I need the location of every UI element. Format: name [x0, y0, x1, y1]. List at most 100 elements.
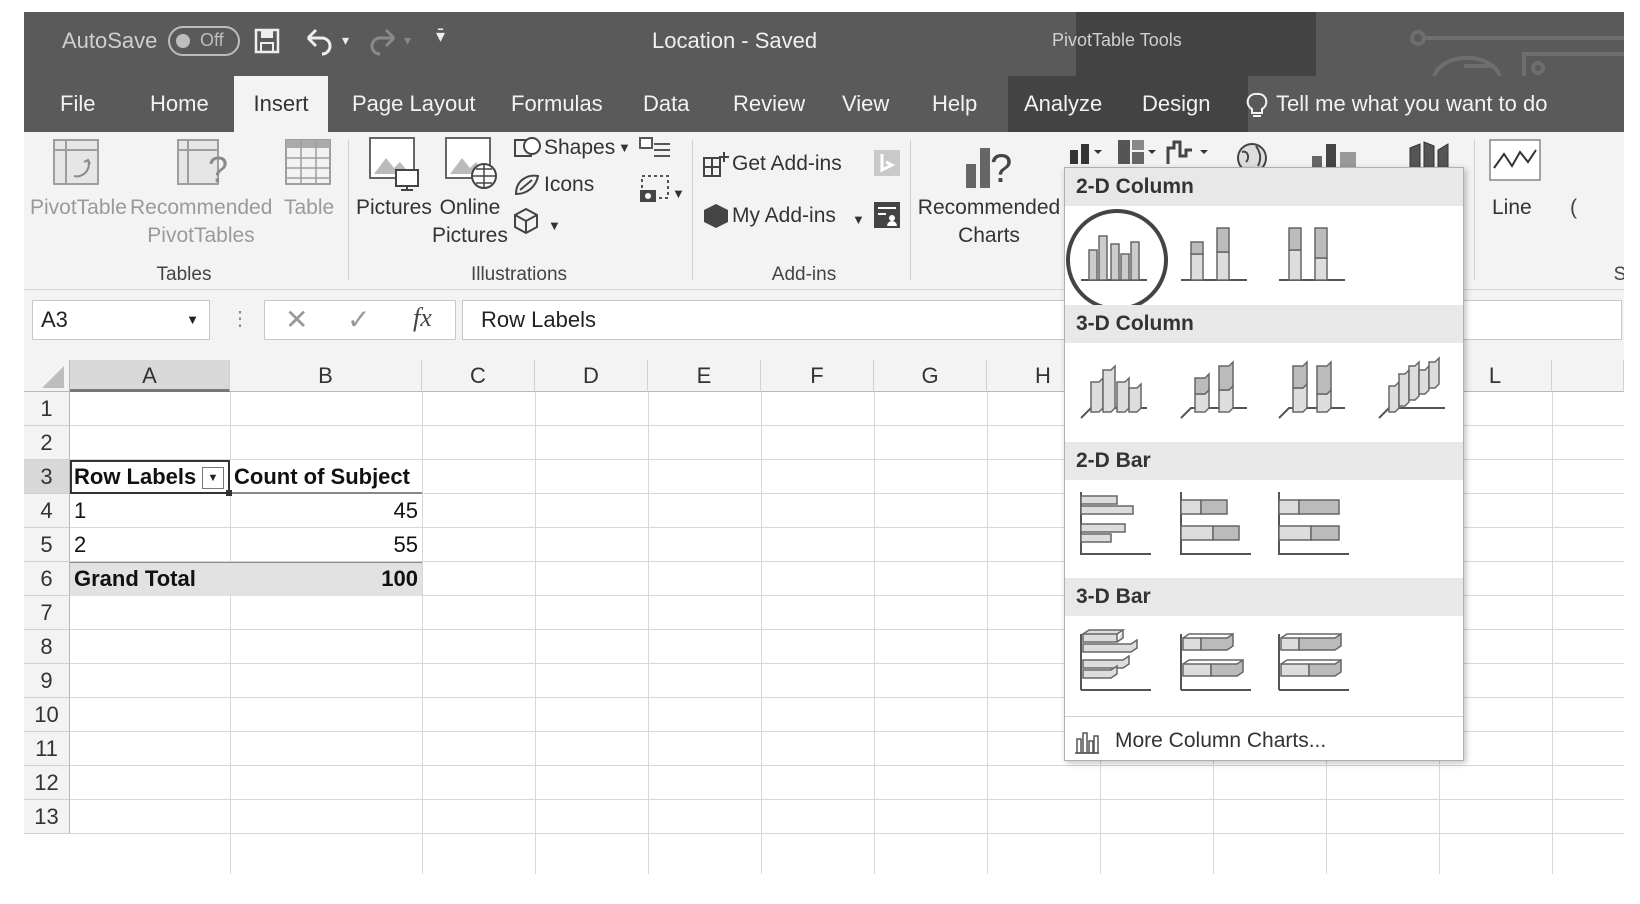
- row-header-3[interactable]: 3: [24, 460, 70, 494]
- tab-data[interactable]: Data: [631, 76, 701, 132]
- column-chart-icon[interactable]: [1068, 140, 1104, 166]
- shapes-icon: [514, 137, 541, 157]
- my-addins-button[interactable]: My Add-ins: [732, 202, 836, 230]
- 3d-clustered-bar-icon[interactable]: [1077, 624, 1151, 698]
- hierarchy-chart-icon[interactable]: [1116, 138, 1160, 168]
- tab-formulas[interactable]: Formulas: [499, 76, 615, 132]
- shapes-button[interactable]: Shapes: [544, 134, 615, 162]
- row-header-8[interactable]: 8: [24, 630, 70, 664]
- select-all-button[interactable]: [24, 360, 70, 392]
- 100-stacked-bar-icon[interactable]: [1275, 488, 1349, 562]
- row-header-13[interactable]: 13: [24, 800, 70, 834]
- stacked-column-icon[interactable]: [1177, 214, 1251, 288]
- undo-icon[interactable]: [302, 26, 342, 56]
- tab-page-layout[interactable]: Page Layout: [340, 76, 488, 132]
- recommended-charts-button[interactable]: Recommended Charts: [916, 194, 1062, 250]
- 3d-models-dropdown-icon[interactable]: ▼: [548, 212, 561, 240]
- autosave-state: Off: [200, 30, 224, 50]
- name-box-dropdown-icon[interactable]: ▼: [186, 301, 199, 339]
- enter-icon[interactable]: ✓: [347, 303, 370, 336]
- tab-insert[interactable]: Insert: [234, 76, 328, 132]
- column-header-c[interactable]: C: [422, 360, 535, 392]
- row-header-11[interactable]: 11: [24, 732, 70, 766]
- column-header-f[interactable]: F: [761, 360, 874, 392]
- line-sparkline-button[interactable]: Line: [1492, 194, 1532, 222]
- addins-group-label: Add-ins: [771, 264, 837, 285]
- 3d-stacked-column-icon[interactable]: [1177, 352, 1251, 426]
- screenshot-icon[interactable]: [638, 172, 672, 206]
- redo-icon[interactable]: [364, 26, 404, 56]
- save-icon[interactable]: [252, 26, 282, 56]
- tab-help[interactable]: Help: [920, 76, 989, 132]
- get-addins-button[interactable]: Get Add-ins: [732, 150, 842, 178]
- tell-me-search[interactable]: Tell me what you want to do: [1264, 76, 1559, 132]
- shapes-dropdown-icon[interactable]: ▼: [618, 134, 631, 162]
- recommended-pivottables-icon: ?: [177, 139, 228, 190]
- row-header-6[interactable]: 6: [24, 562, 70, 596]
- tab-home[interactable]: Home: [138, 76, 221, 132]
- gridline: [874, 392, 875, 874]
- pictures-button[interactable]: Pictures: [356, 194, 432, 222]
- table-button[interactable]: Table: [284, 194, 334, 222]
- row-header-10[interactable]: 10: [24, 698, 70, 732]
- pivot-row-value: 55: [393, 532, 418, 557]
- online-pictures-button[interactable]: Online Pictures: [432, 194, 508, 250]
- row-header-2[interactable]: 2: [24, 426, 70, 460]
- my-addins-dropdown-icon[interactable]: ▼: [852, 206, 865, 234]
- ribbon-separator: [692, 140, 693, 280]
- customize-qat-icon[interactable]: ▾̄: [436, 26, 445, 47]
- row-header-12[interactable]: 12: [24, 766, 70, 800]
- 100-stacked-column-icon[interactable]: [1275, 214, 1349, 288]
- column-header-m[interactable]: [1552, 360, 1624, 392]
- excel-window: AutoSave Off ▾ ▾ ▾̄ Location - Saved Piv…: [24, 12, 1624, 874]
- waterfall-chart-icon[interactable]: [1164, 138, 1216, 168]
- screenshot-dropdown-icon[interactable]: ▼: [672, 180, 685, 208]
- row-header-4[interactable]: 4: [24, 494, 70, 528]
- tab-file[interactable]: File: [48, 76, 107, 132]
- redo-dropdown-icon[interactable]: ▾: [404, 32, 411, 49]
- tab-analyze[interactable]: Analyze: [1012, 76, 1114, 132]
- tab-view[interactable]: View: [830, 76, 901, 132]
- autosave-toggle[interactable]: Off: [168, 26, 240, 56]
- online-label-1: Online: [439, 196, 501, 219]
- clustered-bar-icon[interactable]: [1077, 488, 1151, 562]
- column-header-d[interactable]: D: [535, 360, 648, 392]
- smartart-icon[interactable]: [638, 136, 672, 162]
- column-header-e[interactable]: E: [648, 360, 761, 392]
- ribbon-separator: [910, 140, 911, 280]
- 3d-column-icon[interactable]: [1375, 352, 1449, 426]
- sparklines-group-label-partial: S: [1613, 264, 1624, 285]
- insert-function-button[interactable]: fx: [413, 303, 432, 333]
- row-header-1[interactable]: 1: [24, 392, 70, 426]
- 3d-100-stacked-column-icon[interactable]: [1275, 352, 1349, 426]
- cancel-icon[interactable]: ✕: [285, 303, 308, 336]
- undo-dropdown-icon[interactable]: ▾: [342, 32, 349, 49]
- tab-design[interactable]: Design: [1130, 76, 1222, 132]
- stacked-bar-icon[interactable]: [1177, 488, 1251, 562]
- row-header-7[interactable]: 7: [24, 596, 70, 630]
- tab-review[interactable]: Review: [721, 76, 817, 132]
- 3d-100-stacked-bar-icon[interactable]: [1275, 624, 1349, 698]
- gridline: [70, 833, 1624, 834]
- ribbon-separator: [1474, 140, 1475, 280]
- bing-maps-icon[interactable]: [872, 148, 902, 178]
- pivottable-button[interactable]: PivotTable: [30, 194, 127, 222]
- people-graph-icon[interactable]: [872, 200, 902, 230]
- column-chart-small-icon: [1075, 732, 1099, 754]
- section-2d-bar: 2-D Bar: [1065, 442, 1463, 480]
- 3d-stacked-bar-icon[interactable]: [1177, 624, 1251, 698]
- ribbon-tab-bar: File Home Insert Page Layout Formulas Da…: [24, 76, 1624, 132]
- recommended-charts-icon: ?: [966, 147, 1012, 191]
- ribbon-separator: [348, 140, 349, 280]
- column-header-b[interactable]: B: [230, 360, 422, 392]
- row-header-9[interactable]: 9: [24, 664, 70, 698]
- icons-button[interactable]: Icons: [544, 171, 594, 199]
- recommended-pivottables-button[interactable]: Recommended PivotTables: [130, 194, 272, 250]
- column-sparkline-partial[interactable]: (: [1570, 194, 1577, 222]
- column-header-a[interactable]: A: [70, 360, 230, 392]
- 3d-clustered-column-icon[interactable]: [1077, 352, 1151, 426]
- row-header-5[interactable]: 5: [24, 528, 70, 562]
- column-header-g[interactable]: G: [874, 360, 987, 392]
- filter-dropdown-icon[interactable]: ▼: [202, 467, 224, 489]
- name-box[interactable]: A3 ▼: [32, 300, 210, 340]
